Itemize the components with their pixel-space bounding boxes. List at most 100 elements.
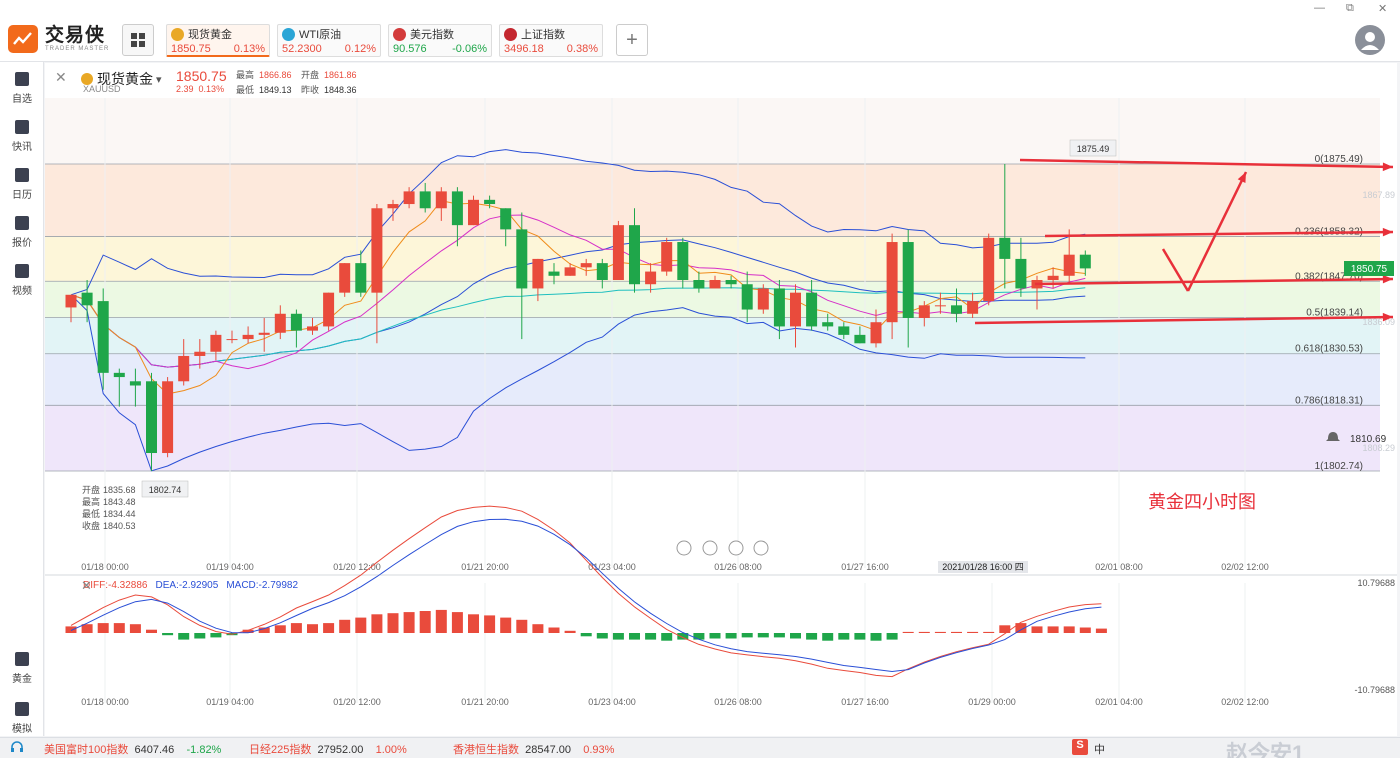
candle-body xyxy=(645,271,657,285)
candle-body xyxy=(773,288,785,327)
macd-bar xyxy=(1063,626,1075,633)
sidebar-item-bookmark[interactable]: 自选 xyxy=(0,72,44,105)
add-tab-button[interactable]: + xyxy=(616,24,648,56)
fib-band xyxy=(45,236,1380,282)
macd-bar xyxy=(146,629,157,633)
candle-body xyxy=(97,301,109,373)
macd-bar xyxy=(210,633,222,638)
candle-body xyxy=(741,284,753,310)
sidebar-item-gold[interactable]: 黄金 xyxy=(0,652,44,685)
gold-icon xyxy=(15,652,29,666)
macd-bar xyxy=(967,631,979,633)
macd-bar xyxy=(806,633,818,640)
user-avatar[interactable] xyxy=(1355,25,1385,55)
candle-body xyxy=(532,258,544,289)
restore-button[interactable]: ⧉ xyxy=(1346,2,1354,15)
candle-body xyxy=(983,237,995,302)
macd-bar xyxy=(97,623,109,633)
candle-body xyxy=(596,263,608,281)
macd-bar xyxy=(822,633,834,641)
chart-line-icon xyxy=(15,216,29,230)
macd-value: DIFF:-4.32886 xyxy=(83,580,148,591)
sogou-ime-icon[interactable]: S xyxy=(1072,739,1088,755)
candle-body xyxy=(548,271,560,276)
macd-bar xyxy=(1079,627,1091,633)
headset-icon[interactable] xyxy=(10,740,24,757)
annotation-arrow-head xyxy=(1382,274,1393,284)
close-macd-button[interactable]: ✕ xyxy=(81,578,92,593)
zoom-out-button[interactable] xyxy=(676,540,692,556)
app-subtitle: TRADER MASTER xyxy=(45,46,110,52)
diff-line xyxy=(70,505,1102,678)
ticker-tab[interactable]: 上证指数 3496.18 0.38% xyxy=(499,24,603,57)
ticker-tab[interactable]: 现货黄金 1850.75 0.13% xyxy=(166,24,270,57)
x-tick: 01/20 12:00 xyxy=(333,562,381,572)
macd-bar xyxy=(934,631,946,633)
sidebar-item-label: 日历 xyxy=(12,190,32,201)
crosshair-time: 2021/01/28 16:00 四 xyxy=(942,562,1024,572)
ticker-price: 1850.75 xyxy=(171,43,211,55)
chart-canvas[interactable]: 0(1875.49)0.236(1858.32)0.382(1847.70)0.… xyxy=(45,63,1397,736)
candle-body xyxy=(838,326,850,335)
macd-bar xyxy=(983,631,995,633)
app-logo: 交易侠 TRADER MASTER xyxy=(8,25,109,53)
status-quote[interactable]: 日经225指数 27952.00 1.00% xyxy=(249,741,407,757)
macd-axis-bottom: -10.79688 xyxy=(1354,685,1395,695)
candle-body xyxy=(290,313,302,331)
news-icon xyxy=(15,120,29,134)
candle-body xyxy=(790,292,801,327)
ticker-name: 现货黄金 xyxy=(188,29,232,41)
ticker-price: 3496.18 xyxy=(504,43,544,55)
instrument-icon xyxy=(282,27,295,41)
ticker-change: 0.13% xyxy=(233,43,265,55)
macd-bar xyxy=(1047,626,1059,633)
logo-icon xyxy=(8,25,38,53)
macd-bar xyxy=(194,633,206,639)
macd-bar xyxy=(403,612,415,633)
candle-body xyxy=(757,288,769,310)
macd-bar xyxy=(500,617,512,633)
ohlc-value: 1840.53 xyxy=(103,521,136,531)
sidebar-item-wallet[interactable]: 模拟 xyxy=(0,702,44,735)
watermark: 赵今安1 xyxy=(1226,741,1305,758)
sidebar-item-label: 视频 xyxy=(12,286,32,297)
macd-x-tick: 01/20 12:00 xyxy=(333,697,381,707)
ticker-change: 0.12% xyxy=(344,43,376,55)
candle-body xyxy=(355,263,367,293)
status-quote[interactable]: 香港恒生指数 28547.00 0.93% xyxy=(453,741,614,757)
ime-mode[interactable]: 中 xyxy=(1094,741,1105,757)
layout-grid-button[interactable] xyxy=(122,24,154,56)
high-callout: 1875.49 xyxy=(1077,144,1110,154)
macd-bar xyxy=(886,633,898,640)
status-quote[interactable]: 美国富时100指数 6407.46 -1.82% xyxy=(44,741,221,757)
forward-button[interactable] xyxy=(728,540,744,556)
zoom-in-button[interactable] xyxy=(753,540,769,556)
candle-body xyxy=(564,267,576,276)
ticker-change: -0.06% xyxy=(452,43,487,55)
macd-value: MACD:-2.79982 xyxy=(226,580,298,591)
candle-body xyxy=(451,191,463,226)
fib-label: 0(1875.49) xyxy=(1315,154,1363,165)
candle-body xyxy=(1047,275,1059,281)
rewind-button[interactable] xyxy=(702,540,718,556)
sidebar-item-chart-line[interactable]: 报价 xyxy=(0,216,44,249)
sidebar-item-video[interactable]: 视频 xyxy=(0,264,44,297)
fib-label: 0.786(1818.31) xyxy=(1295,395,1363,406)
ticker-tab[interactable]: 美元指数 90.576 -0.06% xyxy=(388,24,492,57)
sidebar-item-news[interactable]: 快讯 xyxy=(0,120,44,153)
annotation-arrow-head xyxy=(1382,162,1393,172)
candle-body xyxy=(387,204,399,209)
current-price-label: 1850.75 xyxy=(1351,264,1388,275)
ohlc-label: 开盘 xyxy=(82,484,100,495)
close-window-button[interactable]: ✕ xyxy=(1378,2,1387,15)
macd-bar xyxy=(81,624,93,633)
fib-band xyxy=(45,353,1380,406)
x-tick: 02/02 12:00 xyxy=(1221,562,1269,572)
sidebar-item-calendar[interactable]: 日历 xyxy=(0,168,44,201)
candle-body xyxy=(403,191,415,205)
minimize-button[interactable]: — xyxy=(1314,2,1325,14)
candle-body xyxy=(967,301,979,314)
candle-body xyxy=(484,199,496,205)
macd-bar xyxy=(178,633,190,640)
ticker-tab[interactable]: WTI原油 52.2300 0.12% xyxy=(277,24,381,57)
